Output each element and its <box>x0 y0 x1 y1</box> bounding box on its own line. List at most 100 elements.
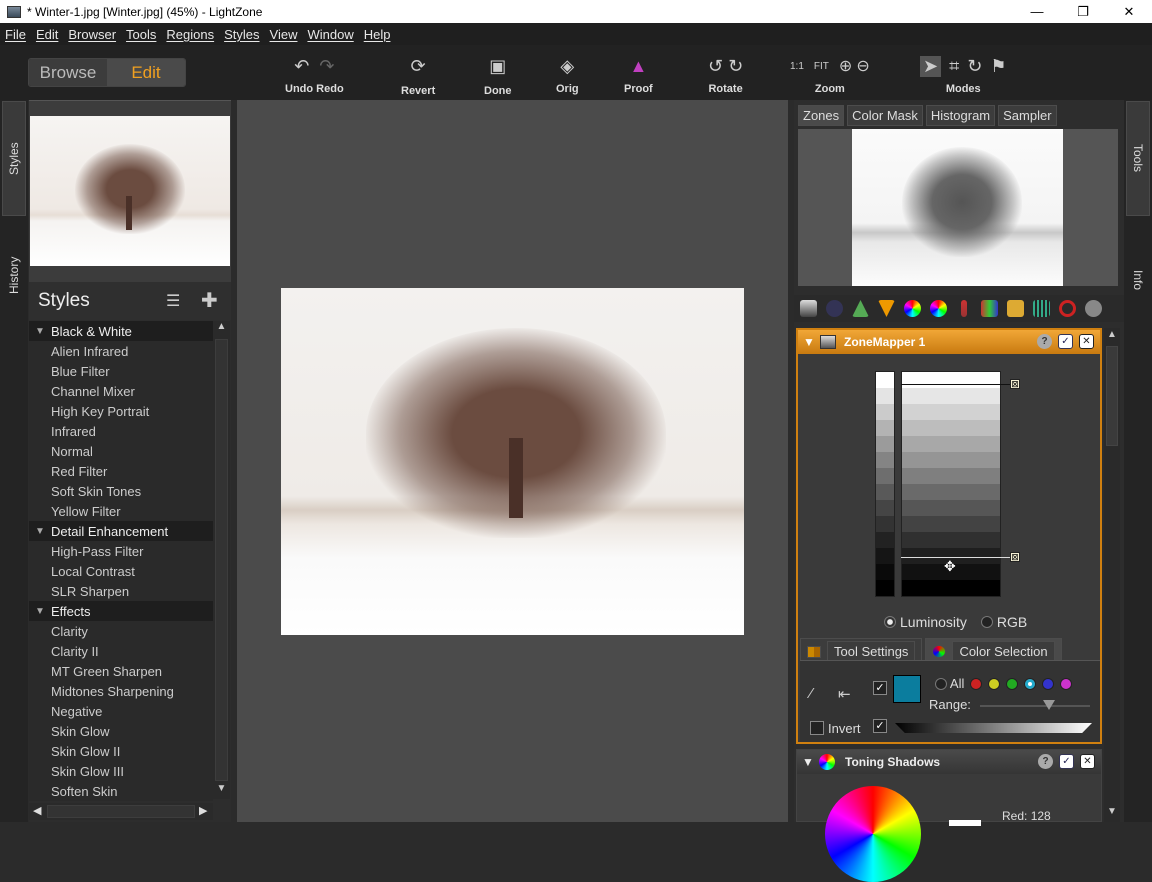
all-colors-radio[interactable]: All <box>935 676 964 691</box>
invert-checkbox[interactable] <box>810 721 824 735</box>
rgb-radio[interactable]: RGB <box>980 614 1027 630</box>
list-item[interactable]: Midtones Sharpening <box>29 681 213 701</box>
tab-zones[interactable]: Zones <box>798 105 845 126</box>
tab-info[interactable]: Info <box>1126 240 1150 320</box>
region-icon[interactable]: ⚑ <box>990 56 1006 77</box>
collapse-icon[interactable]: ▼ <box>797 755 819 769</box>
zoom-1to1-button[interactable]: 1:1 <box>790 61 804 72</box>
range-slider[interactable] <box>980 705 1090 707</box>
scroll-thumb[interactable] <box>1106 346 1118 446</box>
edit-mode-button[interactable]: Edit <box>107 59 185 86</box>
menu-file[interactable]: File <box>0 27 31 42</box>
menu-browser[interactable]: Browser <box>63 27 121 42</box>
selected-color-swatch[interactable] <box>893 675 921 703</box>
category-effects[interactable]: ▼ Effects <box>29 601 213 621</box>
enable-checkbox[interactable]: ✓ <box>1059 754 1074 769</box>
scroll-left-icon[interactable]: ◀ <box>33 804 41 817</box>
revert-button[interactable]: ⟳ Revert <box>401 53 435 98</box>
scroll-thumb[interactable] <box>47 805 195 818</box>
crop-icon[interactable]: ⌗ <box>949 56 959 77</box>
list-item[interactable]: Infrared <box>29 421 213 441</box>
list-item[interactable]: High-Pass Filter <box>29 541 213 561</box>
tab-styles[interactable]: Styles <box>2 101 26 216</box>
zoom-out-icon[interactable]: ⊖ <box>856 56 869 76</box>
styles-horizontal-scrollbar[interactable]: ◀ ▶ <box>29 803 213 820</box>
scroll-down-icon[interactable]: ▼ <box>213 783 230 799</box>
orig-button[interactable]: ◈ Orig <box>556 53 579 96</box>
target-icon[interactable] <box>1059 300 1076 317</box>
arrow-tool-icon[interactable]: ➤ <box>920 55 942 77</box>
list-item[interactable]: Normal <box>29 441 213 461</box>
help-icon[interactable]: ? <box>1038 754 1053 769</box>
menu-styles[interactable]: Styles <box>219 27 264 42</box>
scroll-up-icon[interactable]: ▲ <box>1107 329 1117 340</box>
blur-icon[interactable] <box>878 300 895 317</box>
list-item[interactable]: Clarity <box>29 621 213 641</box>
list-item[interactable]: Yellow Filter <box>29 501 213 521</box>
menu-window[interactable]: Window <box>302 27 358 42</box>
list-item[interactable]: High Key Portrait <box>29 401 213 421</box>
zoom-fit-button[interactable]: FIT <box>814 61 829 72</box>
scroll-right-icon[interactable]: ▶ <box>199 804 207 817</box>
scroll-up-icon[interactable]: ▲ <box>213 321 230 337</box>
redo-icon[interactable]: ↷ <box>319 56 334 77</box>
color-balance-icon[interactable] <box>930 300 947 317</box>
zonemapper-tool-icon[interactable] <box>800 300 817 317</box>
list-item[interactable]: Alien Infrared <box>29 341 213 361</box>
collapse-icon[interactable]: ▼ <box>798 335 820 349</box>
list-options-icon[interactable]: ☰ <box>166 291 180 311</box>
list-item[interactable]: Clarity II <box>29 641 213 661</box>
tab-tools[interactable]: Tools <box>1126 101 1150 216</box>
menu-view[interactable]: View <box>265 27 303 42</box>
zone-handle-top[interactable]: ⊠ <box>1010 379 1020 389</box>
list-item[interactable]: Local Contrast <box>29 561 213 581</box>
grid-icon[interactable] <box>1033 300 1050 317</box>
close-icon[interactable]: ✕ <box>1080 754 1095 769</box>
rotate-right-icon[interactable]: ↻ <box>728 56 743 77</box>
maximize-button[interactable]: ❐ <box>1060 0 1106 23</box>
blue-swatch[interactable] <box>1042 677 1055 690</box>
edited-photo[interactable] <box>281 288 744 635</box>
list-item[interactable]: Channel Mixer <box>29 381 213 401</box>
help-icon[interactable]: ? <box>1037 334 1052 349</box>
image-canvas[interactable] <box>237 100 788 822</box>
styles-vertical-scrollbar[interactable]: ▲ ▼ <box>213 321 230 799</box>
list-item[interactable]: Soft Skin Tones <box>29 481 213 501</box>
menu-help[interactable]: Help <box>359 27 396 42</box>
color-wheel[interactable] <box>825 786 921 882</box>
category-black-white[interactable]: ▼ Black & White <box>29 321 213 341</box>
list-item[interactable]: Skin Glow II <box>29 741 213 761</box>
cyan-swatch[interactable] <box>1024 677 1037 690</box>
scroll-thumb[interactable] <box>215 339 228 781</box>
white-balance-icon[interactable] <box>961 300 967 317</box>
minimize-button[interactable]: — <box>1014 0 1060 23</box>
tab-history[interactable]: History <box>2 230 26 320</box>
sharpen-icon[interactable] <box>852 300 869 317</box>
list-item[interactable]: Skin Glow III <box>29 761 213 781</box>
browse-mode-button[interactable]: Browse <box>29 59 107 86</box>
tab-color-mask[interactable]: Color Mask <box>847 105 923 126</box>
list-item[interactable]: Negative <box>29 701 213 721</box>
list-item[interactable]: Skin Glow <box>29 721 213 741</box>
list-item[interactable]: MT Green Sharpen <box>29 661 213 681</box>
add-style-icon[interactable]: ✚ <box>201 288 218 313</box>
yellow-swatch[interactable] <box>988 677 1001 690</box>
enable-checkbox[interactable]: ✓ <box>1058 334 1073 349</box>
proof-button[interactable]: ▲ Proof <box>624 53 653 96</box>
tools-scrollbar[interactable]: ▲ ▼ <box>1104 328 1120 822</box>
luminosity-range-gradient[interactable] <box>895 723 1092 733</box>
magenta-swatch[interactable] <box>1060 677 1073 690</box>
done-button[interactable]: ▣ Done <box>484 53 512 98</box>
close-button[interactable]: ✕ <box>1106 0 1152 23</box>
tab-sampler[interactable]: Sampler <box>998 105 1057 126</box>
menu-tools[interactable]: Tools <box>121 27 161 42</box>
rotate-tool-icon[interactable]: ↻ <box>967 56 982 77</box>
tone-curve-icon[interactable] <box>826 300 843 317</box>
undo-icon[interactable]: ↶ <box>294 56 309 77</box>
zone-handle-bottom[interactable]: ⊠ <box>1010 552 1020 562</box>
luminosity-radio[interactable]: Luminosity <box>884 614 967 630</box>
zoom-in-icon[interactable]: ⊕ <box>839 56 852 76</box>
category-detail-enhancement[interactable]: ▼ Detail Enhancement <box>29 521 213 541</box>
hue-saturation-icon[interactable] <box>904 300 921 317</box>
noise-reduction-icon[interactable] <box>1007 300 1024 317</box>
